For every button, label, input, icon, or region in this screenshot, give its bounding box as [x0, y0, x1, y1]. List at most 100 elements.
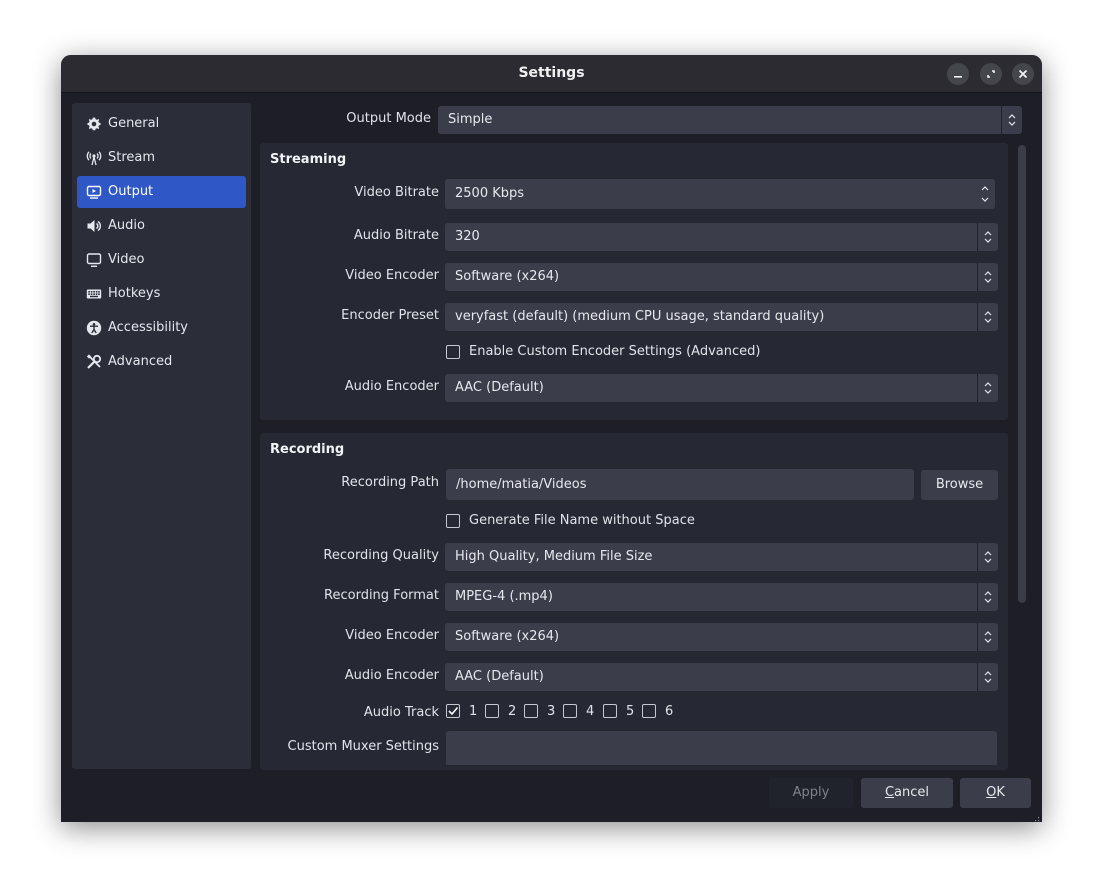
- chevron-updown-icon: [977, 623, 998, 651]
- recording-path-value: /home/matia/Videos: [456, 477, 587, 492]
- audio-encoder-label: Audio Encoder: [344, 379, 439, 394]
- chevron-updown-icon: [977, 663, 998, 691]
- recording-path-label: Recording Path: [341, 475, 439, 490]
- recording-format-value: MPEG-4 (.mp4): [455, 589, 553, 604]
- maximize-icon: [980, 70, 1002, 88]
- audio-bitrate-select[interactable]: 320: [445, 223, 998, 251]
- settings-window: Settings General Stream Output Audio Vid…: [61, 55, 1042, 822]
- output-mode-select[interactable]: Simple: [438, 106, 1022, 134]
- recording-audio-encoder-select[interactable]: AAC (Default): [445, 663, 998, 691]
- streaming-group-title: Streaming: [270, 152, 347, 167]
- scrollbar[interactable]: [1018, 145, 1026, 603]
- recording-quality-label: Recording Quality: [323, 548, 439, 563]
- chevron-updown-icon: [977, 263, 998, 291]
- audio-track-1-checkbox[interactable]: [446, 704, 460, 718]
- speaker-icon: [86, 218, 102, 234]
- chevron-updown-icon: [977, 543, 998, 571]
- sidebar-item-accessibility[interactable]: Accessibility: [77, 312, 246, 344]
- audio-encoder-select[interactable]: AAC (Default): [445, 374, 998, 402]
- audio-encoder-value: AAC (Default): [455, 380, 544, 395]
- recording-quality-value: High Quality, Medium File Size: [455, 549, 653, 564]
- minimize-icon: [947, 76, 969, 88]
- keyboard-icon: [86, 286, 102, 302]
- sidebar-item-general[interactable]: General: [77, 108, 246, 140]
- recording-group: Recording Recording Path /home/matia/Vid…: [260, 433, 1008, 770]
- recording-video-encoder-value: Software (x264): [455, 629, 560, 644]
- video-encoder-value: Software (x264): [455, 269, 560, 284]
- apply-button[interactable]: Apply: [769, 778, 853, 808]
- audio-track-4-label: 4: [586, 704, 595, 719]
- encoder-preset-label: Encoder Preset: [341, 308, 439, 323]
- chevron-updown-icon: [977, 583, 998, 611]
- chevron-updown-icon: [977, 223, 998, 251]
- spin-arrows-icon[interactable]: [975, 179, 995, 209]
- cancel-label-rest: ancel: [894, 785, 930, 800]
- audio-bitrate-value: 320: [455, 229, 480, 244]
- browse-button[interactable]: Browse: [921, 470, 998, 500]
- video-encoder-select[interactable]: Software (x264): [445, 263, 998, 291]
- sidebar-item-advanced[interactable]: Advanced: [77, 346, 246, 378]
- audio-track-3-checkbox[interactable]: [524, 704, 538, 718]
- accessibility-icon: [86, 320, 102, 336]
- output-settings-panel: Output Mode Simple Streaming Video Bitra…: [252, 92, 1042, 770]
- output-mode-label: Output Mode: [346, 111, 431, 126]
- custom-encoder-label: Enable Custom Encoder Settings (Advanced…: [469, 344, 761, 359]
- minimize-button[interactable]: [947, 63, 969, 85]
- audio-track-4-checkbox[interactable]: [563, 704, 577, 718]
- sidebar-item-video[interactable]: Video: [77, 244, 246, 276]
- monitor-icon: [86, 252, 102, 268]
- sidebar-item-label: Audio: [108, 218, 145, 233]
- ok-button[interactable]: OK: [960, 778, 1031, 808]
- sidebar-item-output[interactable]: Output: [77, 176, 246, 208]
- maximize-button[interactable]: [980, 63, 1002, 85]
- no-space-filename-checkbox[interactable]: [446, 514, 460, 528]
- custom-encoder-checkbox[interactable]: [446, 345, 460, 359]
- sidebar-item-label: Advanced: [108, 354, 173, 369]
- sidebar-item-label: Output: [108, 184, 154, 199]
- close-button[interactable]: [1012, 63, 1034, 85]
- close-icon: [1012, 69, 1034, 88]
- cancel-button[interactable]: Cancel: [861, 778, 953, 808]
- audio-track-2-checkbox[interactable]: [485, 704, 499, 718]
- video-bitrate-spinbox[interactable]: 2500 Kbps: [445, 179, 995, 209]
- sidebar-item-label: Accessibility: [108, 320, 188, 335]
- sidebar-item-label: Hotkeys: [108, 286, 161, 301]
- recording-audio-encoder-value: AAC (Default): [455, 669, 544, 684]
- window-title: Settings: [518, 65, 585, 81]
- recording-video-encoder-select[interactable]: Software (x264): [445, 623, 998, 651]
- recording-quality-select[interactable]: High Quality, Medium File Size: [445, 543, 998, 571]
- sidebar-item-audio[interactable]: Audio: [77, 210, 246, 242]
- audio-bitrate-label: Audio Bitrate: [353, 228, 439, 243]
- recording-format-label: Recording Format: [324, 588, 439, 603]
- encoder-preset-select[interactable]: veryfast (default) (medium CPU usage, st…: [445, 303, 998, 331]
- sidebar-item-label: Video: [108, 252, 145, 267]
- audio-track-6-label: 6: [665, 704, 674, 719]
- chevron-updown-icon: [1001, 106, 1022, 134]
- video-encoder-label: Video Encoder: [345, 268, 439, 283]
- sidebar-item-hotkeys[interactable]: Hotkeys: [77, 278, 246, 310]
- custom-muxer-input[interactable]: [446, 731, 997, 765]
- audio-track-2-label: 2: [508, 704, 517, 719]
- audio-track-label: Audio Track: [363, 705, 439, 720]
- cancel-mnemonic: C: [884, 785, 895, 800]
- resize-grip-icon[interactable]: [1030, 810, 1040, 822]
- audio-track-5-checkbox[interactable]: [603, 704, 617, 718]
- ok-label-rest: K: [996, 785, 1005, 800]
- audio-track-3-label: 3: [547, 704, 556, 719]
- recording-video-encoder-label: Video Encoder: [345, 628, 439, 643]
- no-space-filename-label: Generate File Name without Space: [469, 513, 695, 528]
- ok-mnemonic: O: [986, 785, 997, 800]
- recording-format-select[interactable]: MPEG-4 (.mp4): [445, 583, 998, 611]
- video-bitrate-value: 2500 Kbps: [455, 186, 525, 201]
- audio-track-1-label: 1: [469, 704, 478, 719]
- recording-path-input[interactable]: /home/matia/Videos: [446, 469, 914, 500]
- encoder-preset-value: veryfast (default) (medium CPU usage, st…: [455, 309, 825, 324]
- audio-track-6-checkbox[interactable]: [642, 704, 656, 718]
- title-bar: Settings: [61, 55, 1042, 93]
- chevron-updown-icon: [977, 303, 998, 331]
- gear-icon: [86, 116, 102, 132]
- audio-track-5-label: 5: [626, 704, 635, 719]
- sidebar-item-stream[interactable]: Stream: [77, 142, 246, 174]
- recording-audio-encoder-label: Audio Encoder: [344, 668, 439, 683]
- video-bitrate-label: Video Bitrate: [354, 185, 439, 200]
